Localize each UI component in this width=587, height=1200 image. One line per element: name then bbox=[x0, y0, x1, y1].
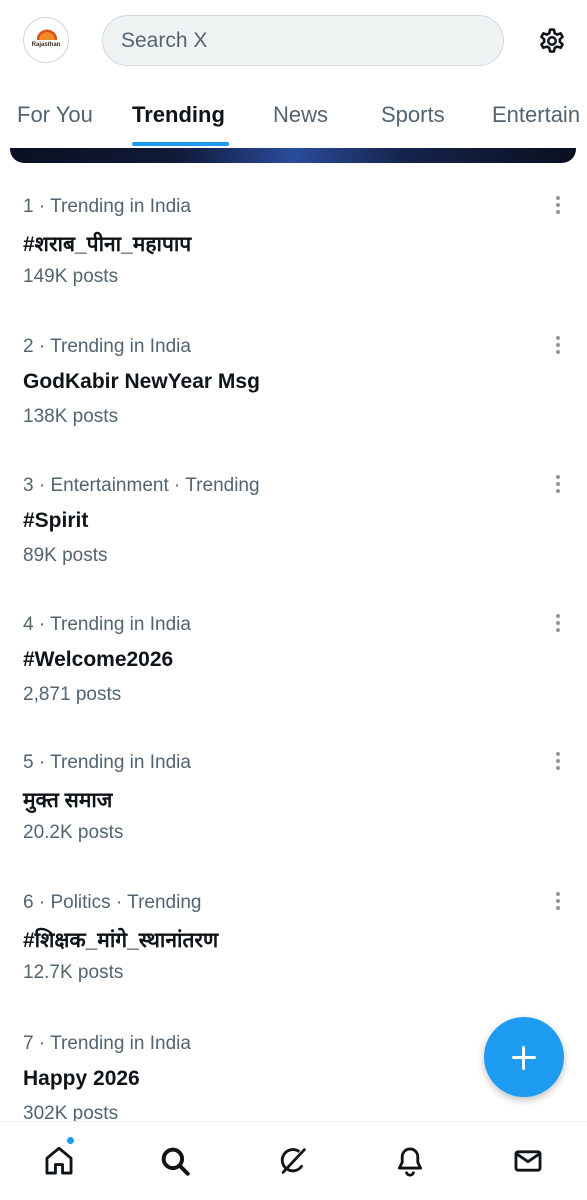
grok-icon[interactable] bbox=[276, 1144, 310, 1178]
trend-post-count: 12.7K posts bbox=[23, 962, 124, 983]
trend-title: मुक्त समाज bbox=[23, 789, 113, 812]
tab-trending[interactable]: Trending bbox=[132, 102, 225, 128]
banner-image[interactable] bbox=[10, 148, 576, 163]
compose-post-button[interactable] bbox=[484, 1017, 564, 1097]
home-icon[interactable] bbox=[42, 1144, 76, 1178]
plus-icon-stem bbox=[522, 1046, 525, 1070]
tab-bar: For You Trending News Sports Entertain bbox=[0, 90, 587, 148]
trend-title: #शराब_पीना_महापाप bbox=[23, 233, 192, 256]
avatar-logo-icon bbox=[37, 26, 57, 40]
trend-post-count: 138K posts bbox=[23, 406, 119, 427]
bottom-navigation bbox=[0, 1121, 587, 1200]
trend-post-count: 20.2K posts bbox=[23, 822, 124, 843]
profile-avatar[interactable]: Rajasthan bbox=[23, 17, 69, 63]
trend-meta: 1 · Trending in India bbox=[23, 196, 191, 217]
trend-post-count: 89K posts bbox=[23, 545, 108, 566]
trend-meta: 5 · Trending in India bbox=[23, 752, 191, 773]
trend-title: GodKabir NewYear Msg bbox=[23, 370, 260, 393]
trend-post-count: 149K posts bbox=[23, 266, 119, 287]
more-options-icon[interactable] bbox=[548, 746, 568, 776]
more-options-icon[interactable] bbox=[548, 190, 568, 220]
trend-item[interactable]: 1 · Trending in India #शराब_पीना_महापाप … bbox=[0, 196, 587, 335]
trend-meta: 6 · Politics · Trending bbox=[23, 892, 202, 913]
avatar-logo-text: Rajasthan bbox=[31, 42, 61, 48]
trend-item[interactable]: 4 · Trending in India #Welcome2026 2,871… bbox=[0, 614, 587, 753]
top-bar: Rajasthan Search X bbox=[0, 0, 587, 82]
notification-dot bbox=[66, 1136, 75, 1145]
more-options-icon[interactable] bbox=[548, 469, 568, 499]
trend-item[interactable]: 5 · Trending in India मुक्त समाज 20.2K p… bbox=[0, 752, 587, 891]
tab-entertainment[interactable]: Entertain bbox=[492, 102, 580, 128]
trend-item[interactable]: 3 · Entertainment · Trending #Spirit 89K… bbox=[0, 475, 587, 614]
trend-title: #Spirit bbox=[23, 509, 89, 532]
tab-news[interactable]: News bbox=[273, 102, 328, 128]
trend-item[interactable]: 6 · Politics · Trending #शिक्षक_मांगे_स्… bbox=[0, 892, 587, 1031]
more-options-icon[interactable] bbox=[548, 330, 568, 360]
search-input[interactable]: Search X bbox=[102, 15, 504, 66]
trend-title: #शिक्षक_मांगे_स्थानांतरण bbox=[23, 929, 219, 952]
tab-for-you[interactable]: For You bbox=[17, 102, 93, 128]
trend-post-count: 302K posts bbox=[23, 1103, 119, 1121]
more-options-icon[interactable] bbox=[548, 608, 568, 638]
trend-meta: 4 · Trending in India bbox=[23, 614, 191, 635]
search-icon[interactable] bbox=[158, 1144, 192, 1178]
bell-icon[interactable] bbox=[393, 1144, 427, 1178]
trend-meta: 7 · Trending in India bbox=[23, 1033, 191, 1054]
search-placeholder: Search X bbox=[121, 29, 208, 52]
trend-meta: 3 · Entertainment · Trending bbox=[23, 475, 260, 496]
tab-sports[interactable]: Sports bbox=[381, 102, 445, 128]
trend-meta: 2 · Trending in India bbox=[23, 336, 191, 357]
trend-item[interactable]: 2 · Trending in India GodKabir NewYear M… bbox=[0, 336, 587, 475]
active-tab-indicator bbox=[132, 142, 229, 146]
trend-title: #Welcome2026 bbox=[23, 648, 174, 671]
more-options-icon[interactable] bbox=[548, 886, 568, 916]
mail-icon[interactable] bbox=[511, 1144, 545, 1178]
gear-icon[interactable] bbox=[535, 24, 569, 58]
trend-title: Happy 2026 bbox=[23, 1067, 140, 1090]
trend-post-count: 2,871 posts bbox=[23, 684, 122, 705]
